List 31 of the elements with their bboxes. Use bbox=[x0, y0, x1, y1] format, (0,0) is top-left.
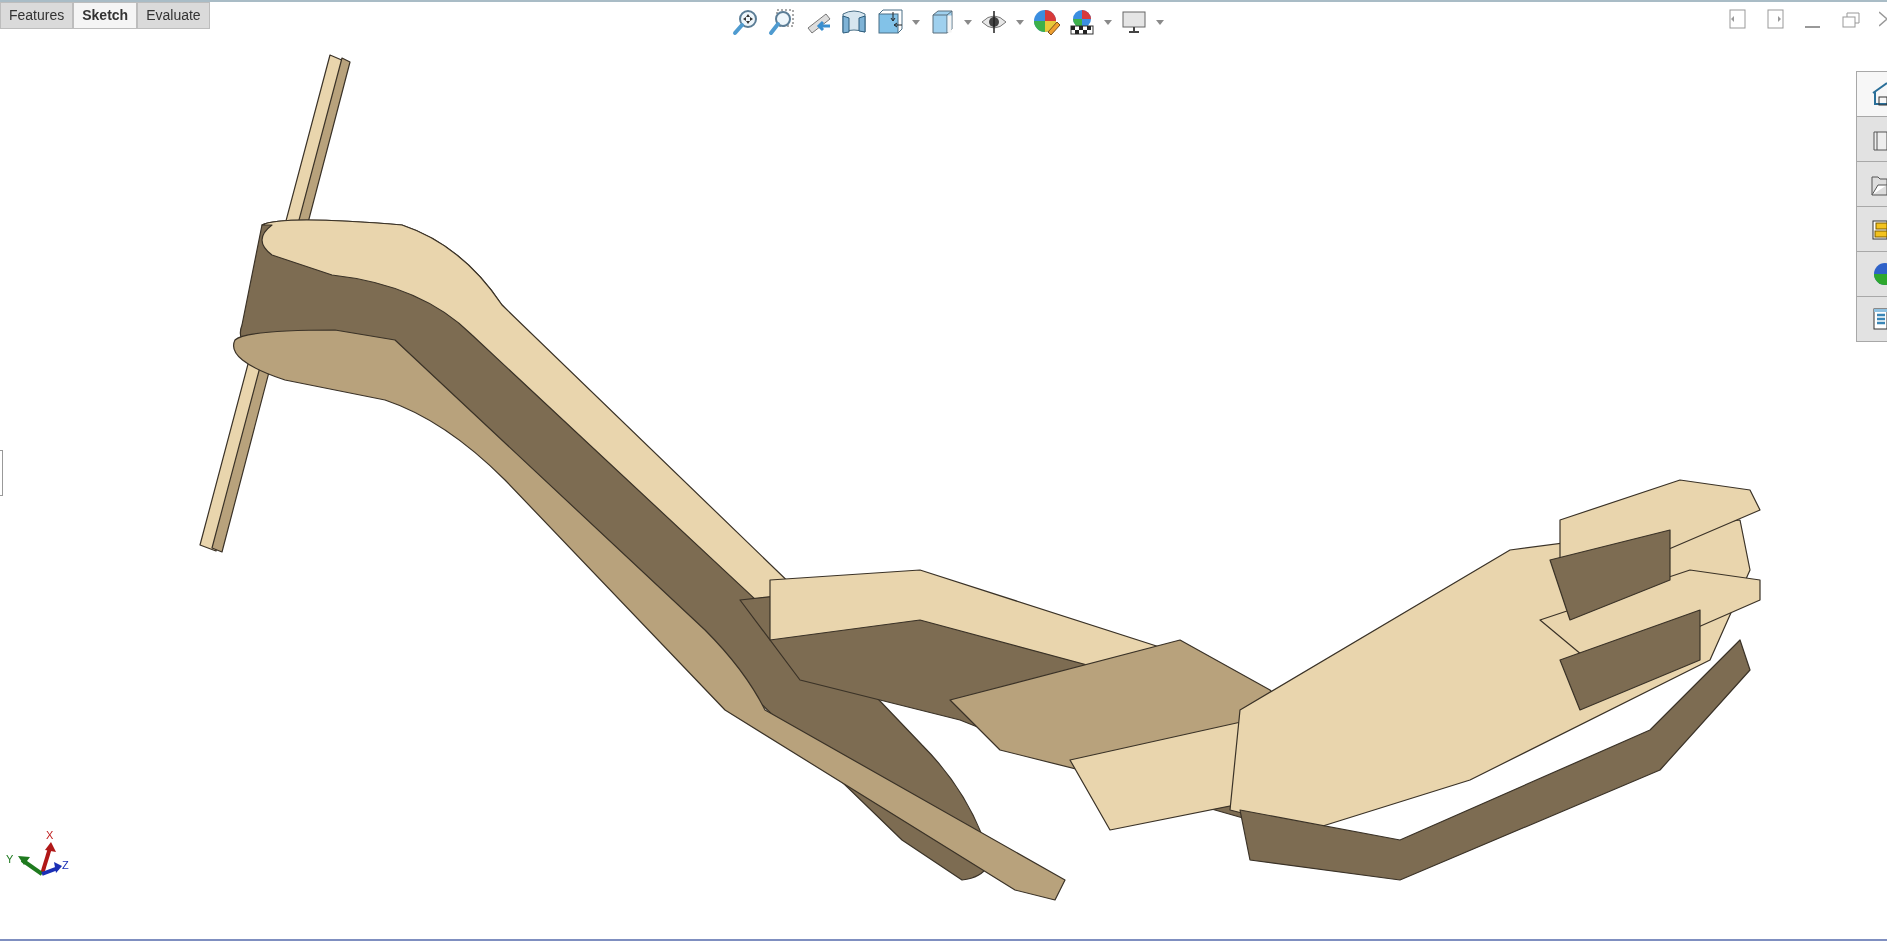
x-axis-label: X bbox=[46, 830, 54, 841]
eye-icon[interactable] bbox=[980, 8, 1008, 36]
globe-tab[interactable] bbox=[1857, 252, 1887, 297]
caret-icon[interactable] bbox=[964, 19, 972, 25]
blocks-tab[interactable] bbox=[1857, 207, 1887, 252]
list-tab[interactable] bbox=[1857, 297, 1887, 342]
globe-icon bbox=[1871, 261, 1887, 287]
caret-icon[interactable] bbox=[1156, 19, 1164, 25]
caret-icon[interactable] bbox=[1104, 19, 1112, 25]
house-tab[interactable] bbox=[1857, 72, 1887, 117]
caret-icon[interactable] bbox=[912, 19, 920, 25]
z-axis-label: Z bbox=[62, 860, 69, 871]
folder-tab[interactable] bbox=[1857, 162, 1887, 207]
close-icon[interactable] bbox=[1879, 8, 1887, 30]
color-ball-checkered-icon[interactable] bbox=[1068, 8, 1096, 36]
section-view-icon[interactable] bbox=[840, 8, 868, 36]
box-tab[interactable] bbox=[1857, 117, 1887, 162]
house-icon bbox=[1871, 81, 1887, 107]
zoom-area-icon[interactable] bbox=[768, 8, 796, 36]
y-axis-label: Y bbox=[6, 854, 14, 865]
zoom-to-fit-icon[interactable] bbox=[732, 8, 760, 36]
command-tab[interactable]: Evaluate bbox=[137, 2, 210, 29]
command-tab[interactable]: Sketch bbox=[73, 2, 138, 29]
tile-right-icon[interactable] bbox=[1765, 8, 1785, 30]
caret-icon[interactable] bbox=[1016, 19, 1024, 25]
color-ball-pencil-icon[interactable] bbox=[1032, 8, 1060, 36]
cube-arrows-icon[interactable] bbox=[876, 8, 904, 36]
list-icon bbox=[1871, 306, 1887, 332]
monitor-icon[interactable] bbox=[1120, 8, 1148, 36]
tile-left-icon[interactable] bbox=[1727, 8, 1747, 30]
command-tab[interactable]: Features bbox=[0, 2, 74, 29]
